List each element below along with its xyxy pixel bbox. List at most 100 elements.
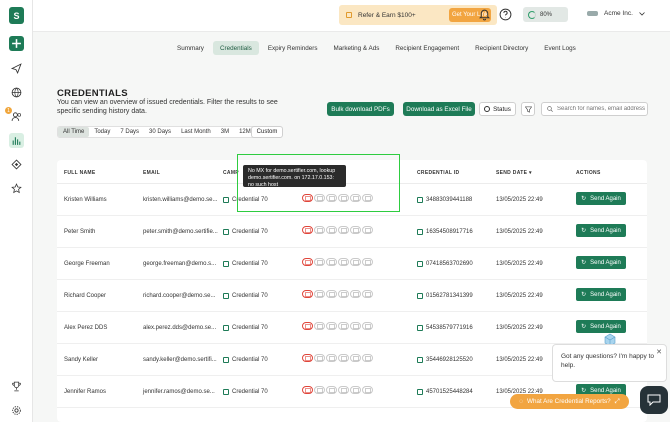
analytics-icon[interactable] <box>9 133 24 148</box>
viewed-status-icon[interactable] <box>326 386 337 394</box>
table-row[interactable]: Alex Perez DDS alex.perez.dds@demo.se...… <box>57 312 647 344</box>
send-again-button[interactable]: ↻Send Again <box>576 320 626 333</box>
faq-button[interactable]: ◌ What Are Credential Reports? ⤢ <box>510 394 629 409</box>
downloaded-status-icon[interactable] <box>350 290 361 298</box>
shared-status-icon[interactable] <box>362 354 373 362</box>
credit-usage-indicator[interactable]: 80% <box>523 7 568 22</box>
credential-link[interactable]: Credential 70 <box>223 261 268 267</box>
shared-status-icon[interactable] <box>362 386 373 394</box>
linkedin-status-icon[interactable] <box>338 322 349 330</box>
linkedin-status-icon[interactable] <box>338 290 349 298</box>
credential-link[interactable]: Credential 70 <box>223 389 268 395</box>
credential-link[interactable]: Credential 70 <box>223 325 268 331</box>
search-box[interactable] <box>541 102 648 116</box>
credential-id-link[interactable]: 07418563702690 <box>417 261 473 267</box>
credential-id-link[interactable]: 16354508917716 <box>417 229 473 235</box>
integrations-icon[interactable] <box>9 157 24 172</box>
plus-icon[interactable] <box>9 36 24 51</box>
shared-status-icon[interactable] <box>362 290 373 298</box>
viewed-status-icon[interactable] <box>326 258 337 266</box>
viewed-status-icon[interactable] <box>326 226 337 234</box>
email-status-icon[interactable] <box>302 322 313 330</box>
col-email[interactable]: EMAIL <box>143 170 160 176</box>
opened-status-icon[interactable] <box>314 386 325 394</box>
sertifier-logo[interactable]: S <box>9 7 24 24</box>
downloaded-status-icon[interactable] <box>350 386 361 394</box>
tab-credentials[interactable]: Credentials <box>212 41 259 55</box>
range-30-days[interactable]: 30 Days <box>144 127 176 137</box>
tab-expiry-reminders[interactable]: Expiry Reminders <box>261 41 325 55</box>
range-3m[interactable]: 3M <box>216 127 234 137</box>
credential-id-link[interactable]: 34883039441188 <box>417 197 472 203</box>
filter-button[interactable] <box>521 102 535 116</box>
opened-status-icon[interactable] <box>314 290 325 298</box>
table-row[interactable]: Richard Cooper richard.cooper@demo.se...… <box>57 280 647 312</box>
email-status-icon[interactable] <box>302 354 313 362</box>
company-switcher[interactable]: Acme Inc. <box>587 10 645 17</box>
users-icon[interactable] <box>9 109 24 124</box>
table-row[interactable]: Peter Smith peter.smith@demo.sertifie...… <box>57 216 647 248</box>
range-all-time[interactable]: All Time <box>58 127 90 137</box>
bulk-download-pdfs-button[interactable]: Bulk download PDFs <box>327 102 394 116</box>
send-icon[interactable] <box>9 61 24 76</box>
col-credential-id[interactable]: CREDENTIAL ID <box>417 170 459 176</box>
opened-status-icon[interactable] <box>314 354 325 362</box>
range-7-days[interactable]: 7 Days <box>115 127 144 137</box>
tab-recipient-engagement[interactable]: Recipient Engagement <box>388 41 466 55</box>
col-full-name[interactable]: FULL NAME <box>64 170 96 176</box>
send-again-button[interactable]: ↻Send Again <box>576 192 626 205</box>
help-icon[interactable] <box>499 8 512 21</box>
downloaded-status-icon[interactable] <box>350 354 361 362</box>
downloaded-status-icon[interactable] <box>350 258 361 266</box>
star-icon[interactable] <box>9 181 24 196</box>
linkedin-status-icon[interactable] <box>338 386 349 394</box>
status-filter-button[interactable]: Status <box>479 102 516 116</box>
send-again-button[interactable]: ↻Send Again <box>576 288 626 301</box>
email-status-icon[interactable] <box>302 386 313 394</box>
table-row[interactable]: George Freeman george.freeman@demo.s... … <box>57 248 647 280</box>
tab-event-logs[interactable]: Event Logs <box>537 41 583 55</box>
credential-id-link[interactable]: 01562781341399 <box>417 293 473 299</box>
close-icon[interactable]: ✕ <box>656 348 662 357</box>
downloaded-status-icon[interactable] <box>350 322 361 330</box>
email-status-icon[interactable] <box>302 258 313 266</box>
credential-link[interactable]: Credential 70 <box>223 293 268 299</box>
opened-status-icon[interactable] <box>314 258 325 266</box>
viewed-status-icon[interactable] <box>326 322 337 330</box>
globe-icon[interactable] <box>9 85 24 100</box>
linkedin-status-icon[interactable] <box>338 354 349 362</box>
credential-id-link[interactable]: 35446928125520 <box>417 357 473 363</box>
search-input[interactable] <box>557 106 647 112</box>
chat-launcher-button[interactable] <box>640 386 668 414</box>
email-status-icon[interactable] <box>302 290 313 298</box>
credential-id-link[interactable]: 45701525448284 <box>417 389 473 395</box>
credential-link[interactable]: Credential 70 <box>223 357 268 363</box>
viewed-status-icon[interactable] <box>326 354 337 362</box>
col-send-date[interactable]: SEND DATE ▾ <box>496 170 532 176</box>
range-last-month[interactable]: Last Month <box>176 127 216 137</box>
tab-recipient-directory[interactable]: Recipient Directory <box>468 41 535 55</box>
opened-status-icon[interactable] <box>314 322 325 330</box>
send-again-button[interactable]: ↻Send Again <box>576 224 626 237</box>
viewed-status-icon[interactable] <box>326 290 337 298</box>
credential-link[interactable]: Credential 70 <box>223 229 268 235</box>
shared-status-icon[interactable] <box>362 258 373 266</box>
opened-status-icon[interactable] <box>314 226 325 234</box>
bell-icon[interactable] <box>478 8 491 21</box>
download-excel-button[interactable]: Download as Excel File <box>403 102 475 116</box>
tab-summary[interactable]: Summary <box>170 41 211 55</box>
range-today[interactable]: Today <box>89 127 115 137</box>
downloaded-status-icon[interactable] <box>350 226 361 234</box>
custom-range-button[interactable]: Custom <box>251 126 283 138</box>
linkedin-status-icon[interactable] <box>338 226 349 234</box>
settings-gear-icon[interactable] <box>9 403 24 418</box>
linkedin-status-icon[interactable] <box>338 258 349 266</box>
shared-status-icon[interactable] <box>362 322 373 330</box>
bounce-error-tooltip: No MX for demo.sertifier.com, lookup dem… <box>243 165 346 188</box>
shared-status-icon[interactable] <box>362 226 373 234</box>
tab-marketing-ads[interactable]: Marketing & Ads <box>327 41 387 55</box>
email-status-icon[interactable] <box>302 226 313 234</box>
trophy-icon[interactable] <box>9 379 24 394</box>
credential-id-link[interactable]: 54538579771916 <box>417 325 473 331</box>
send-again-button[interactable]: ↻Send Again <box>576 256 626 269</box>
